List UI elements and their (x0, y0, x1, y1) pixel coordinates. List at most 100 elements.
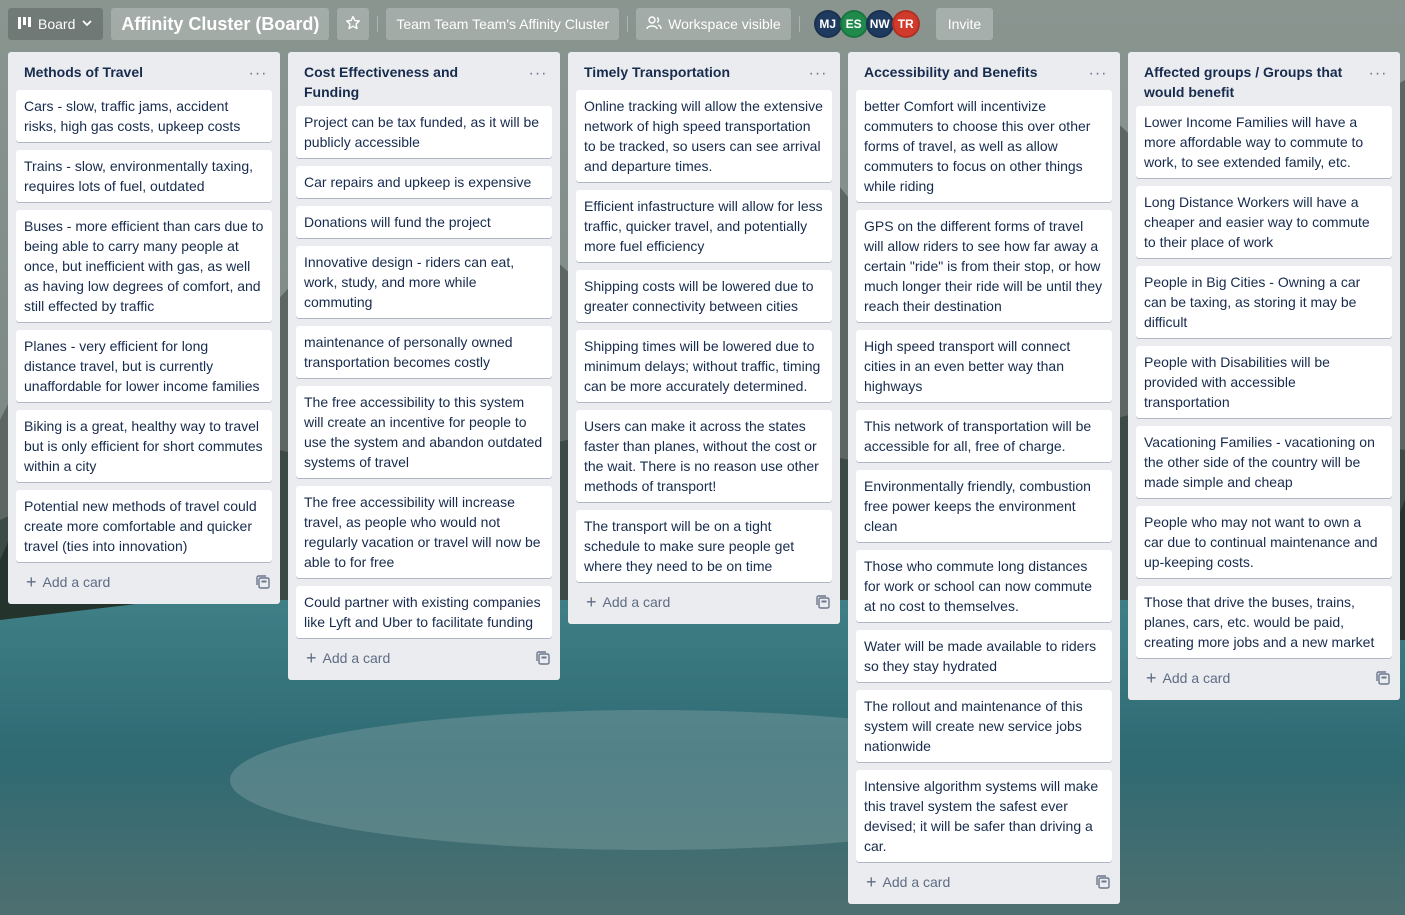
avatar-initials: NW (869, 17, 890, 31)
card[interactable]: maintenance of personally owned transpor… (296, 326, 552, 378)
add-card-label: Add a card (322, 650, 391, 666)
card[interactable]: The free accessibility will increase tra… (296, 486, 552, 578)
card[interactable]: Shipping costs will be lowered due to gr… (576, 270, 832, 322)
list: Cost Effectiveness and Funding ··· Proje… (288, 52, 560, 680)
chevron-down-icon (81, 16, 93, 32)
card[interactable]: Biking is a great, healthy way to travel… (16, 410, 272, 482)
visibility-label: Workspace visible (668, 16, 781, 32)
list-menu-button[interactable]: ··· (804, 62, 832, 86)
list: Accessibility and Benefits ··· better Co… (848, 52, 1120, 904)
people-icon (646, 15, 662, 33)
board-canvas: Methods of Travel ··· Cars - slow, traff… (8, 52, 1400, 904)
card[interactable]: This network of transportation will be a… (856, 410, 1112, 462)
list-menu-button[interactable]: ··· (1364, 62, 1392, 86)
card[interactable]: Planes - very efficient for long distanc… (16, 330, 272, 402)
team-button[interactable]: Team Team Team's Affinity Cluster (386, 8, 620, 40)
card[interactable]: Intensive algorithm systems will make th… (856, 770, 1112, 862)
invite-button[interactable]: Invite (935, 8, 994, 40)
card[interactable]: Long Distance Workers will have a cheape… (1136, 186, 1392, 258)
card[interactable]: The transport will be on a tight schedul… (576, 510, 832, 582)
card[interactable]: Those that drive the buses, trains, plan… (1136, 586, 1392, 658)
card[interactable]: Donations will fund the project (296, 206, 552, 238)
list-menu-button[interactable]: ··· (524, 62, 552, 86)
card-template-icon[interactable] (1376, 671, 1390, 685)
card[interactable]: Those who commute long distances for wor… (856, 550, 1112, 622)
list-cards: better Comfort will incentivize commuter… (848, 90, 1120, 862)
star-board-button[interactable] (337, 8, 370, 40)
visibility-button[interactable]: Workspace visible (636, 8, 791, 40)
add-card-label: Add a card (882, 874, 951, 890)
list-title[interactable]: Affected groups / Groups that would bene… (1144, 62, 1354, 102)
card[interactable]: GPS on the different forms of travel wil… (856, 210, 1112, 322)
list-title[interactable]: Timely Transportation (584, 62, 794, 82)
plus-icon: + (1146, 668, 1157, 688)
card[interactable]: Water will be made available to riders s… (856, 630, 1112, 682)
avatar[interactable]: TR (891, 10, 920, 38)
card-template-icon[interactable] (1096, 875, 1110, 889)
card[interactable]: Car repairs and upkeep is expensive (296, 166, 552, 198)
card[interactable]: Environmentally friendly, combustion fre… (856, 470, 1112, 542)
card[interactable]: Efficient infastructure will allow for l… (576, 190, 832, 262)
avatar[interactable]: ES (839, 10, 868, 38)
card[interactable]: People who may not want to own a car due… (1136, 506, 1392, 578)
plus-icon: + (586, 592, 597, 612)
card[interactable]: Project can be tax funded, as it will be… (296, 106, 552, 158)
add-card-button[interactable]: + Add a card (1146, 669, 1230, 687)
add-card-button[interactable]: + Add a card (866, 873, 950, 891)
card[interactable]: better Comfort will incentivize commuter… (856, 90, 1112, 202)
card[interactable]: People in Big Cities - Owning a car can … (1136, 266, 1392, 338)
board-header: Board Affinity Cluster (Board) Team Team… (0, 0, 1405, 48)
card[interactable]: The free accessibility to this system wi… (296, 386, 552, 478)
list-footer: + Add a card (8, 562, 280, 602)
card[interactable]: Buses - more efficient than cars due to … (16, 210, 272, 322)
card[interactable]: Lower Income Families will have a more a… (1136, 106, 1392, 178)
list-footer: + Add a card (288, 638, 560, 678)
more-icon: ··· (248, 65, 268, 82)
card[interactable]: Users can make it across the states fast… (576, 410, 832, 502)
add-card-button[interactable]: + Add a card (306, 649, 390, 667)
list-header: Accessibility and Benefits ··· (848, 52, 1120, 90)
card[interactable]: Online tracking will allow the extensive… (576, 90, 832, 182)
list-title[interactable]: Accessibility and Benefits (864, 62, 1074, 82)
add-card-label: Add a card (602, 594, 671, 610)
card[interactable]: Innovative design - riders can eat, work… (296, 246, 552, 318)
card-template-icon[interactable] (256, 575, 270, 589)
list-header: Cost Effectiveness and Funding ··· (288, 52, 560, 106)
plus-icon: + (26, 572, 37, 592)
card[interactable]: Could partner with existing companies li… (296, 586, 552, 638)
card[interactable]: People with Disabilities will be provide… (1136, 346, 1392, 418)
card[interactable]: Shipping times will be lowered due to mi… (576, 330, 832, 402)
avatar[interactable]: NW (865, 10, 894, 38)
card-template-icon[interactable] (816, 595, 830, 609)
list-menu-button[interactable]: ··· (1084, 62, 1112, 86)
board-view-switcher[interactable]: Board (8, 8, 104, 40)
avatar[interactable]: MJ (813, 10, 842, 38)
list-footer: + Add a card (1128, 658, 1400, 698)
avatar-initials: TR (897, 17, 914, 31)
list-title[interactable]: Methods of Travel (24, 62, 234, 82)
card[interactable]: Potential new methods of travel could cr… (16, 490, 272, 562)
avatar-initials: MJ (819, 17, 837, 31)
list-cards: Lower Income Families will have a more a… (1128, 106, 1400, 658)
list-title[interactable]: Cost Effectiveness and Funding (304, 62, 514, 102)
list-header: Methods of Travel ··· (8, 52, 280, 90)
add-card-button[interactable]: + Add a card (586, 593, 670, 611)
card[interactable]: Cars - slow, traffic jams, accident risk… (16, 90, 272, 142)
add-card-label: Add a card (1162, 670, 1231, 686)
board-view-label: Board (38, 16, 76, 32)
add-card-button[interactable]: + Add a card (26, 573, 110, 591)
board-view-icon (18, 16, 32, 32)
card[interactable]: High speed transport will connect cities… (856, 330, 1112, 402)
card[interactable]: Vacationing Families - vacationing on th… (1136, 426, 1392, 498)
header-divider (627, 16, 629, 32)
more-icon: ··· (1368, 65, 1388, 82)
list-menu-button[interactable]: ··· (244, 62, 272, 86)
card[interactable]: Trains - slow, environmentally taxing, r… (16, 150, 272, 202)
list: Methods of Travel ··· Cars - slow, traff… (8, 52, 280, 604)
header-divider (798, 16, 800, 32)
card[interactable]: The rollout and maintenance of this syst… (856, 690, 1112, 762)
list-cards: Online tracking will allow the extensive… (568, 90, 840, 582)
card-template-icon[interactable] (536, 651, 550, 665)
header-divider (377, 16, 379, 32)
board-title[interactable]: Affinity Cluster (Board) (111, 8, 330, 40)
